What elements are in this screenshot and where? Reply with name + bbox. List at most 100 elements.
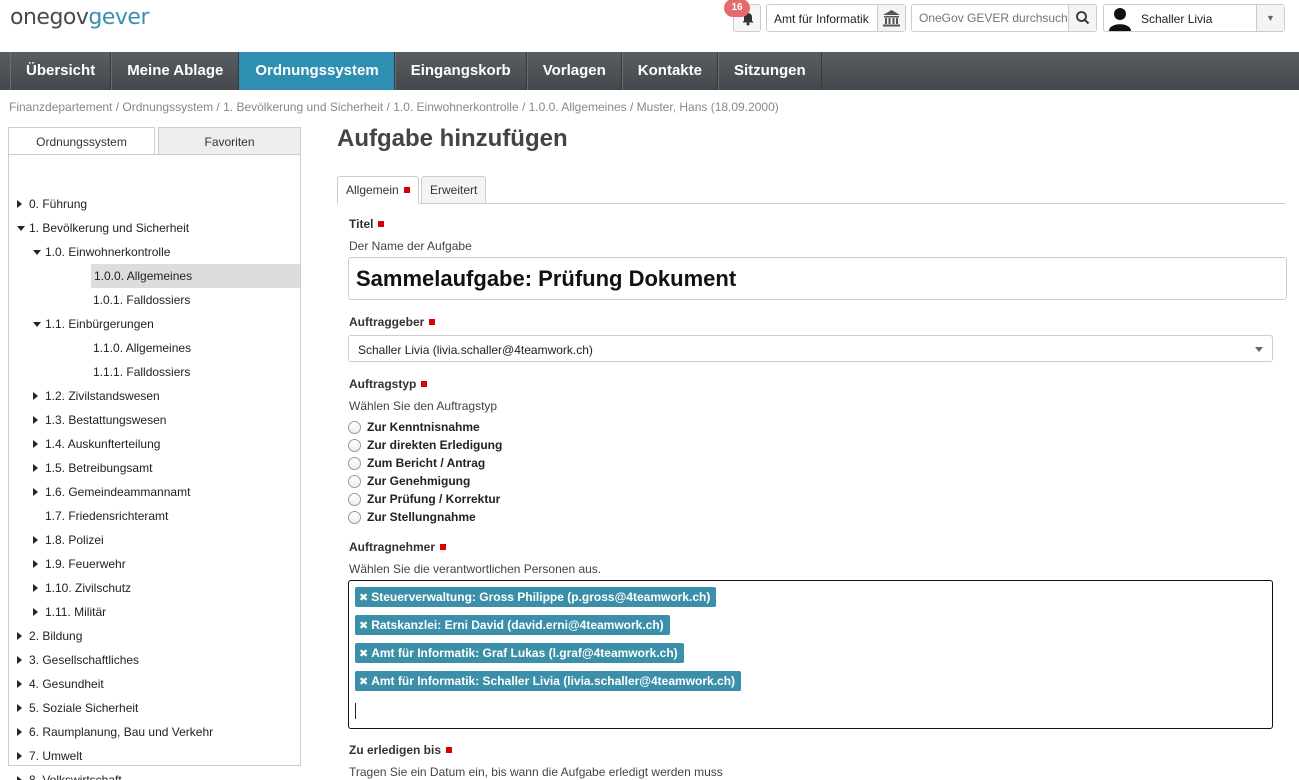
deadline-field-help: Tragen Sie ein Datum ein, bis wann die A… <box>349 765 723 779</box>
caret-right-icon[interactable] <box>17 632 22 640</box>
nav-item-meine-ablage[interactable]: Meine Ablage <box>111 52 240 90</box>
tree-node-label: 1.10. Zivilschutz <box>45 581 132 595</box>
remove-icon[interactable]: ✖ <box>359 644 368 664</box>
radio-button[interactable] <box>348 421 361 434</box>
responsible-chip[interactable]: ✖ Amt für Informatik: Schaller Livia (liv… <box>355 671 742 692</box>
caret-right-icon[interactable] <box>33 440 38 448</box>
radio-button[interactable] <box>348 457 361 470</box>
nav-item-kontakte[interactable]: Kontakte <box>621 52 718 90</box>
user-avatar <box>1107 6 1133 31</box>
tree-node-label: 1.2. Zivilstandswesen <box>45 389 160 403</box>
tree-node-label: 1.0.1. Falldossiers <box>93 293 191 307</box>
search-input[interactable] <box>912 5 1070 31</box>
remove-icon[interactable]: ✖ <box>359 672 368 692</box>
caret-down-icon[interactable] <box>33 250 41 255</box>
breadcrumb[interactable]: Finanzdepartement / Ordnungssystem / 1. … <box>9 100 779 114</box>
responsible-chip[interactable]: ✖ Ratskanzlei: Erni David (david.erni@4te… <box>355 615 670 635</box>
tree-node[interactable]: 1.0.0. Allgemeines <box>91 264 300 288</box>
remove-icon[interactable]: ✖ <box>359 588 368 608</box>
caret-right-icon[interactable] <box>33 392 38 400</box>
radio-label: Zur direkten Erledigung <box>367 438 503 452</box>
user-menu[interactable]: Schaller Livia ▼ <box>1103 4 1285 32</box>
responsible-multiselect[interactable]: ✖ Steuerverwaltung: Gross Philippe (p.gro… <box>348 580 1273 729</box>
onegov-gever-logo[interactable]: onegovgever <box>10 5 149 30</box>
caret-right-icon[interactable] <box>33 536 38 544</box>
tree-node-label: 0. Führung <box>29 197 88 211</box>
title-input[interactable] <box>348 257 1287 300</box>
caret-right-icon[interactable] <box>17 680 22 688</box>
tree-node-label: 1.0.0. Allgemeines <box>94 269 193 283</box>
top-header: onegovgever 16 Amt für Informatik Schall… <box>0 0 1299 52</box>
issuer-field-label: Auftraggeber <box>349 315 436 329</box>
caret-down-icon[interactable] <box>33 322 41 327</box>
responsible-label-text: Auftragnehmer <box>349 540 436 554</box>
task-type-field-help: Wählen Sie den Auftragstyp <box>349 399 498 413</box>
caret-right-icon[interactable] <box>17 200 22 208</box>
caret-right-icon[interactable] <box>17 752 22 760</box>
tree-node-label: 6. Raumplanung, Bau und Verkehr <box>29 725 214 739</box>
tree-node-label: 1.1.0. Allgemeines <box>93 341 192 355</box>
title-label-text: Titel <box>349 217 374 231</box>
caret-right-icon[interactable] <box>33 608 38 616</box>
caret-right-icon[interactable] <box>33 464 38 472</box>
deadline-field-label: Zu erledigen bis <box>349 743 453 757</box>
nav-item-vorlagen[interactable]: Vorlagen <box>526 52 622 90</box>
issuer-select-value: Schaller Livia (livia.schaller@4teamwork… <box>358 343 593 357</box>
chevron-down-icon: ▼ <box>1256 5 1284 31</box>
sidebar: Ordnungssystem Favoriten 0. Führung 1. Be… <box>8 127 301 780</box>
page-title: Aufgabe hinzufügen <box>337 125 568 152</box>
tree-node-label: 1.3. Bestattungswesen <box>45 413 167 427</box>
caret-right-icon[interactable] <box>17 776 22 780</box>
org-unit-selector[interactable]: Amt für Informatik <box>766 4 906 32</box>
issuer-select[interactable]: Schaller Livia (livia.schaller@4teamwork… <box>348 335 1273 362</box>
tab-favoriten[interactable]: Favoriten <box>158 127 301 155</box>
responsible-field-label: Auftragnehmer <box>349 540 447 554</box>
caret-right-icon[interactable] <box>17 728 22 736</box>
radio-button[interactable] <box>348 511 361 524</box>
tree-node-label: 1.1. Einbürgerungen <box>45 317 154 331</box>
search-box <box>911 4 1097 32</box>
tree-node-label: 1.5. Betreibungsamt <box>45 461 153 475</box>
tree-node-label: 1.7. Friedensrichteramt <box>45 509 169 523</box>
radio-button[interactable] <box>348 475 361 488</box>
dropdown-arrow-icon <box>1255 347 1263 352</box>
radio-label: Zum Bericht / Antrag <box>367 456 486 470</box>
notifications-button[interactable]: 16 <box>724 0 761 32</box>
caret-down-icon[interactable] <box>17 226 25 231</box>
tree-node-label: 7. Umwelt <box>29 749 83 763</box>
bank-icon <box>877 5 905 31</box>
tab-allgemein-label: Allgemein <box>346 183 399 197</box>
responsible-chip[interactable]: ✖ Steuerverwaltung: Gross Philippe (p.gro… <box>355 587 717 608</box>
tab-erweitert[interactable]: Erweitert <box>421 176 487 204</box>
logo-text-gever: gever <box>88 5 149 30</box>
nav-item-sitzungen[interactable]: Sitzungen <box>717 52 822 90</box>
radio-button[interactable] <box>348 439 361 452</box>
radio-label: Zur Kenntnisnahme <box>367 420 480 434</box>
nav-item-eingangskorb[interactable]: Eingangskorb <box>394 52 527 90</box>
tree-node-label: 3. Gesellschaftliches <box>29 653 140 667</box>
remove-icon[interactable]: ✖ <box>359 616 368 636</box>
main-navigation: Übersicht Meine Ablage Ordnungssystem Ei… <box>0 52 1299 90</box>
search-icon[interactable] <box>1068 5 1096 31</box>
title-field-label: Titel <box>349 217 385 231</box>
caret-right-icon[interactable] <box>33 560 38 568</box>
tab-allgemein[interactable]: Allgemein <box>337 176 419 204</box>
responsible-chip-label: Steuerverwaltung: Gross Philippe (p.gros… <box>371 590 711 604</box>
tree-node-label: 1.4. Auskunfterteilung <box>45 437 161 451</box>
required-marker <box>403 187 410 193</box>
caret-right-icon[interactable] <box>33 488 38 496</box>
caret-right-icon[interactable] <box>33 584 38 592</box>
radio-button[interactable] <box>348 493 361 506</box>
caret-right-icon[interactable] <box>17 656 22 664</box>
responsible-chip[interactable]: ✖ Amt für Informatik: Graf Lukas (l.graf@… <box>355 643 684 663</box>
nav-item-ordnungssystem[interactable]: Ordnungssystem <box>239 52 395 90</box>
task-type-label-text: Auftragstyp <box>349 377 417 391</box>
tab-ordnungssystem[interactable]: Ordnungssystem <box>8 127 155 155</box>
nav-item-uebersicht[interactable]: Übersicht <box>10 52 112 90</box>
caret-right-icon[interactable] <box>33 416 38 424</box>
caret-right-icon[interactable] <box>17 704 22 712</box>
tree-node-label: 1.11. Militär <box>45 605 107 619</box>
tree-node-label: 1.9. Feuerwehr <box>45 557 126 571</box>
tree-node-label: 1.8. Polizei <box>45 533 104 547</box>
required-marker <box>421 381 428 387</box>
